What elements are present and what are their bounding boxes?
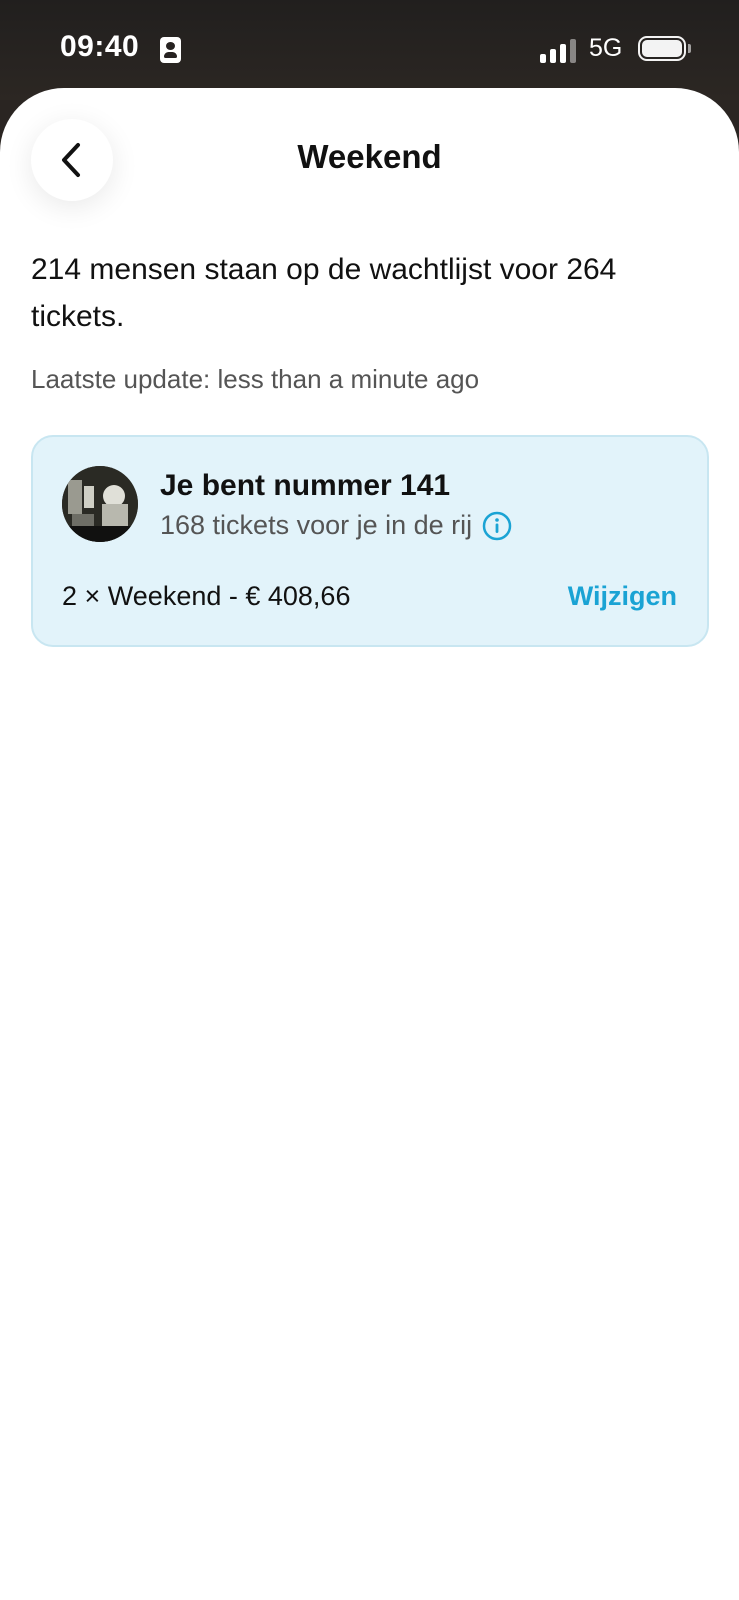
info-icon[interactable] — [482, 511, 512, 541]
page-title: Weekend — [297, 138, 442, 175]
network-type: 5G — [589, 34, 623, 62]
avatar-photo — [62, 466, 138, 542]
last-update-text: Laatste update: less than a minute ago — [31, 364, 480, 394]
waitlist-summary: 214 mensen staan op de wachtlijst voor 2… — [31, 253, 617, 333]
status-bar: 09:40 5G — [0, 0, 739, 100]
battery-icon — [638, 36, 691, 61]
status-time: 09:40 — [60, 30, 140, 63]
contact-card-icon — [160, 37, 181, 63]
queue-position-title: Je bent nummer 141 — [160, 469, 451, 502]
content-sheet: Weekend 214 mensen staan op de wachtlijs… — [0, 88, 739, 1600]
tickets-ahead-text: 168 tickets voor je in de rij — [160, 510, 473, 540]
edit-order-button[interactable]: Wijzigen — [568, 581, 677, 612]
signal-icon — [540, 37, 578, 63]
event-avatar — [62, 466, 138, 542]
tickets-ahead-row: 168 tickets voor je in de rij — [160, 510, 512, 541]
queue-position-card: Je bent nummer 141 168 tickets voor je i… — [31, 435, 709, 647]
order-summary: 2 × Weekend - € 408,66 — [62, 581, 351, 611]
